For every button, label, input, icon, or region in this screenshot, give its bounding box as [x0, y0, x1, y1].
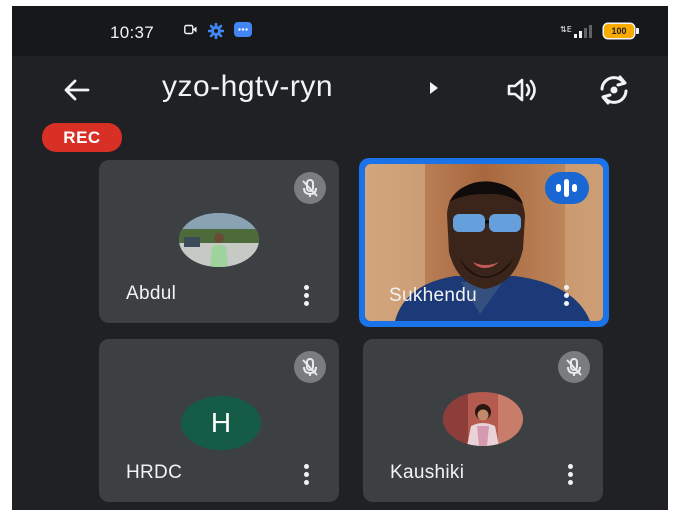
- mic-off-icon: [294, 351, 326, 383]
- avatar-photo: [443, 392, 523, 446]
- signal-icon: ⇅E: [560, 25, 592, 38]
- participant-video: Sukhendu: [365, 164, 603, 321]
- avatar-photo: [179, 213, 259, 267]
- video-camera-icon: [184, 24, 197, 35]
- participant-name: Kaushiki: [390, 462, 465, 483]
- more-options-icon[interactable]: [565, 462, 575, 488]
- meet-screen: 10:37 ⇅E 100 yzo-hgtv-ryn REC Abdul Sukh…: [12, 6, 668, 510]
- battery-icon: 100: [604, 24, 634, 38]
- participant-tile-kaushiki[interactable]: Kaushiki: [363, 339, 603, 502]
- svg-text:⇅E: ⇅E: [560, 25, 572, 34]
- more-options-icon[interactable]: [561, 283, 571, 309]
- mic-off-icon: [558, 351, 590, 383]
- switch-camera-icon[interactable]: [596, 73, 632, 107]
- more-options-icon[interactable]: [301, 462, 311, 488]
- battery-tip: [636, 28, 639, 34]
- back-arrow-icon[interactable]: [60, 73, 94, 107]
- participant-name: Abdul: [126, 283, 177, 304]
- speaking-indicator-icon: [545, 172, 589, 204]
- meeting-code-title[interactable]: yzo-hgtv-ryn: [162, 70, 333, 104]
- recording-badge: REC: [42, 123, 122, 152]
- chat-bubble-icon: [234, 22, 252, 37]
- participant-tile-hrdc[interactable]: H HRDC: [99, 339, 339, 502]
- participant-tile-sukhendu[interactable]: Sukhendu: [359, 158, 609, 327]
- mic-off-icon: [294, 172, 326, 204]
- caret-right-icon[interactable]: [430, 82, 438, 94]
- participant-name: HRDC: [126, 462, 183, 483]
- status-time: 10:37: [110, 23, 155, 42]
- more-options-icon[interactable]: [301, 283, 311, 309]
- status-bar: 10:37 ⇅E 100: [12, 6, 668, 56]
- speaker-icon[interactable]: [506, 75, 540, 105]
- participant-name: Sukhendu: [389, 285, 477, 306]
- gear-icon: [208, 23, 224, 39]
- avatar-initial: H: [181, 396, 261, 450]
- participant-tile-abdul[interactable]: Abdul: [99, 160, 339, 323]
